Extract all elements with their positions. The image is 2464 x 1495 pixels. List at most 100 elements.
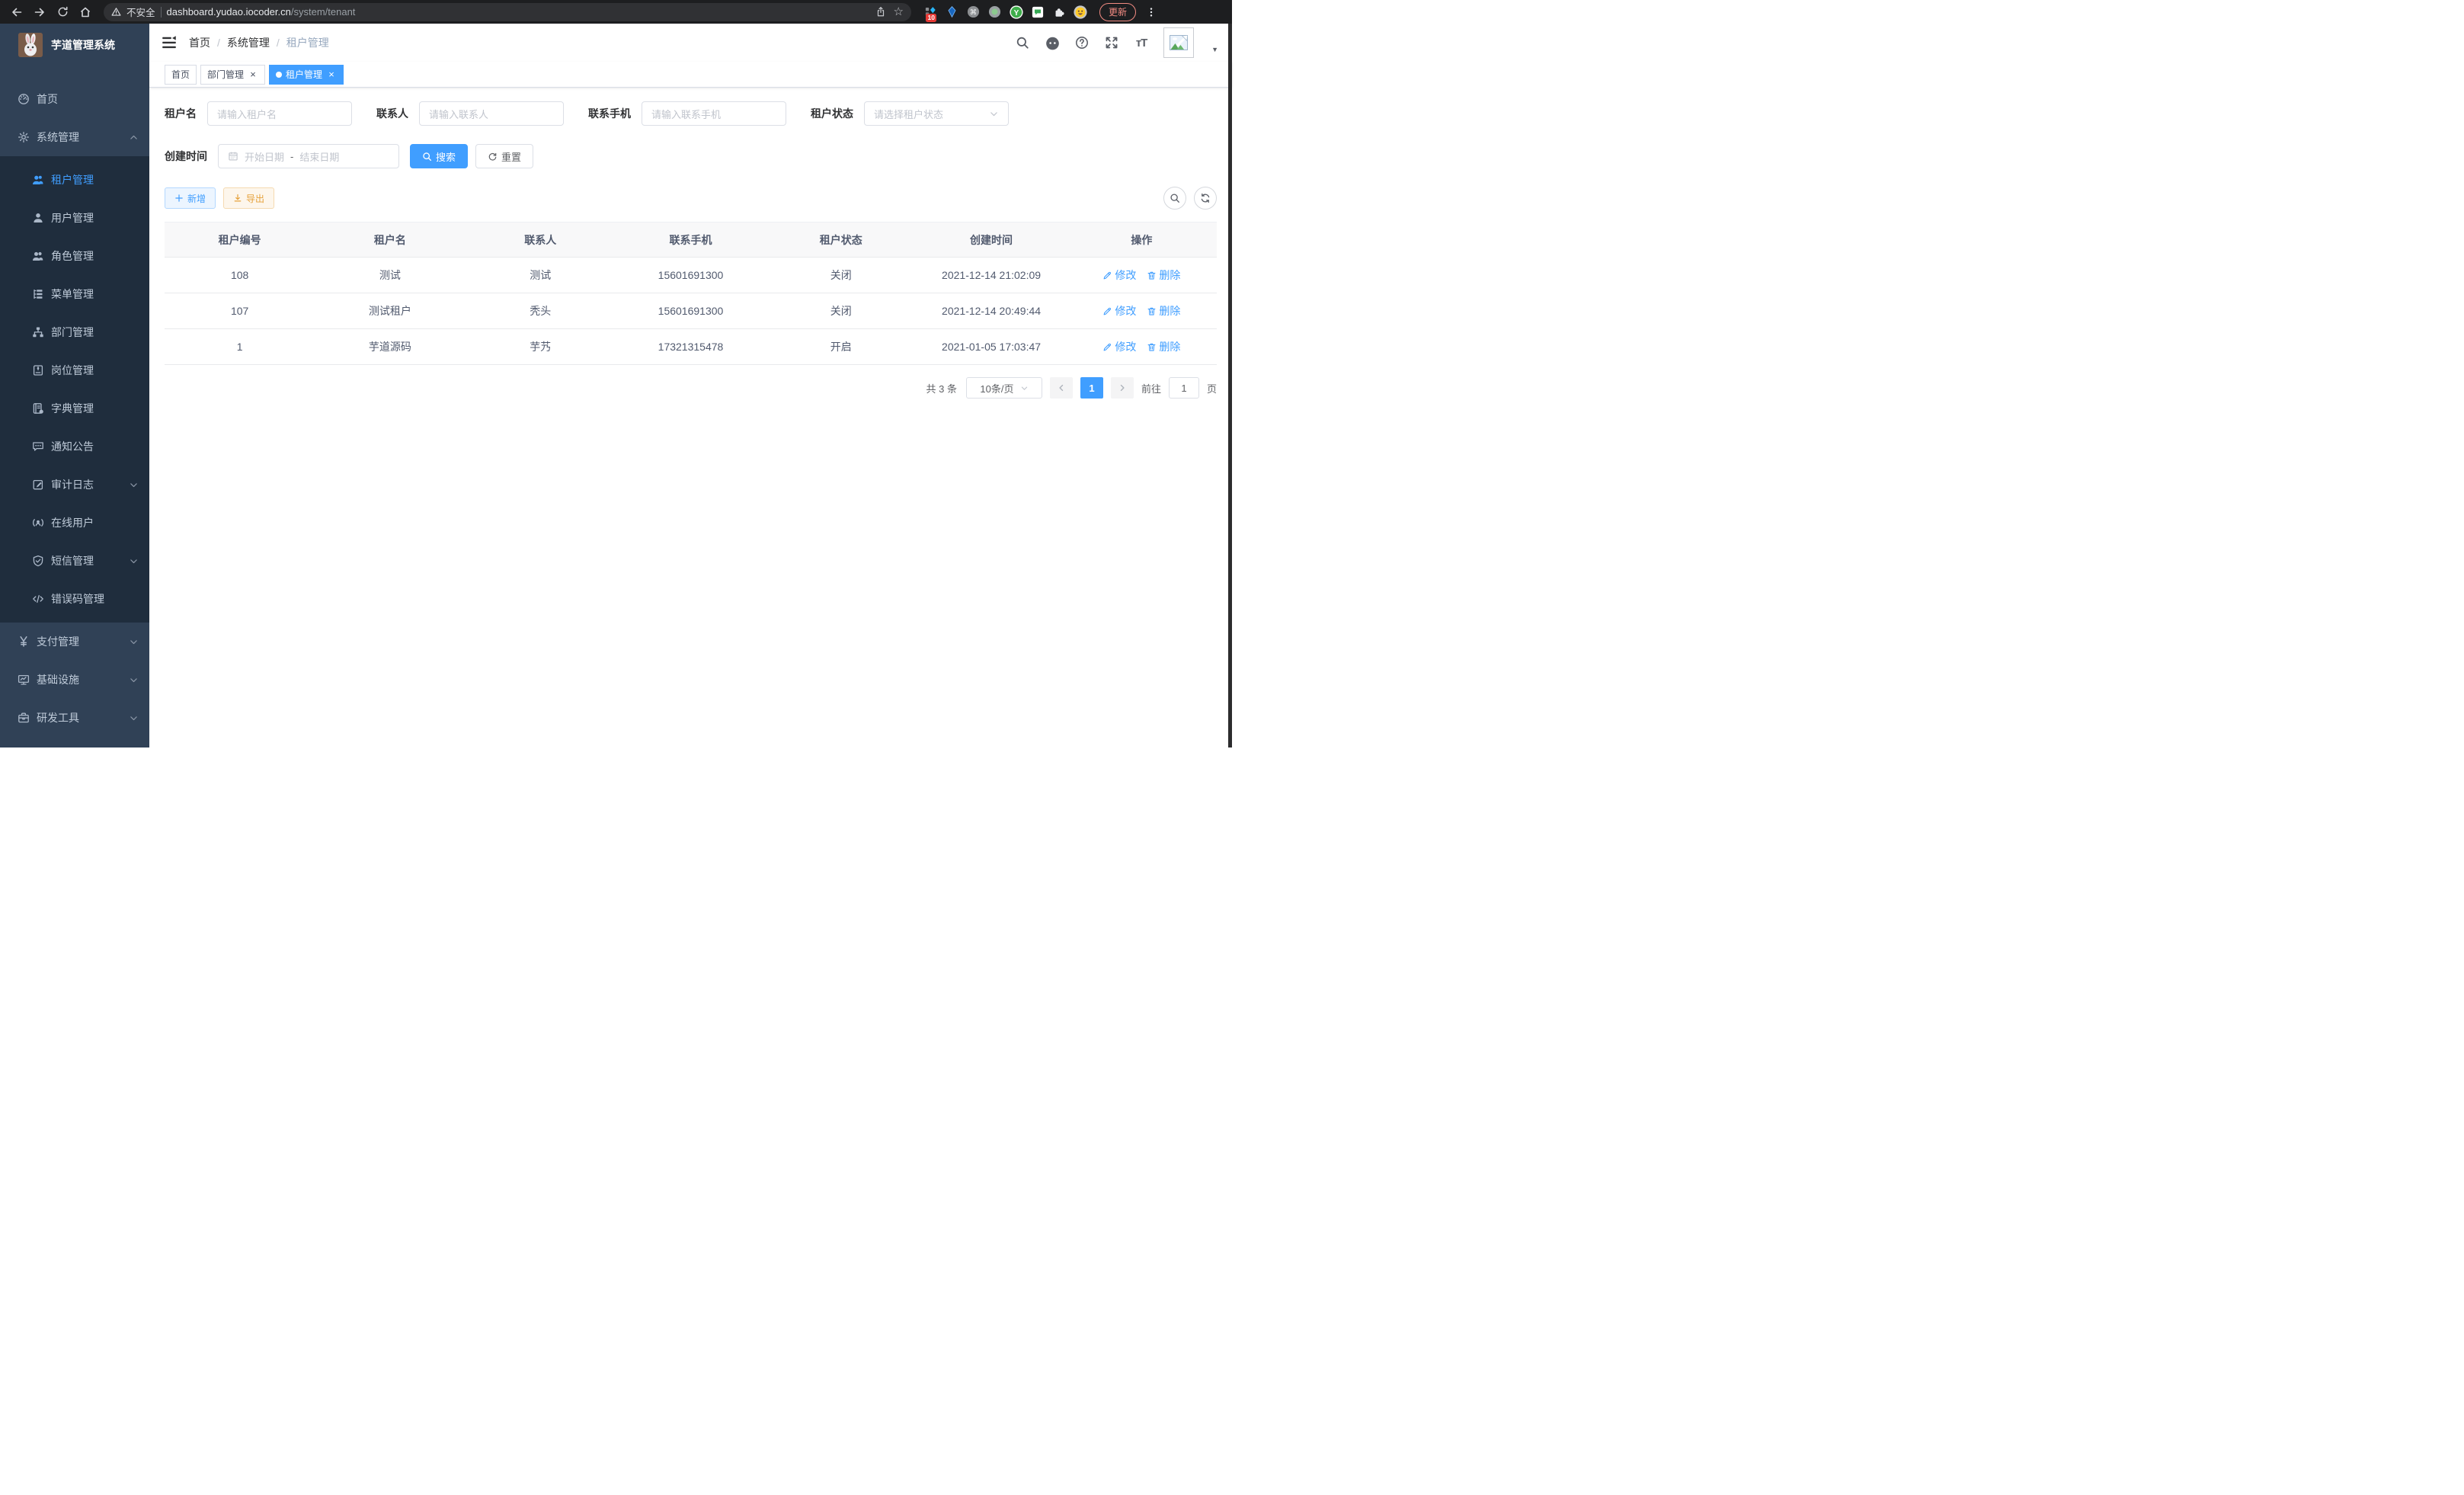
sidebar-item-post[interactable]: 岗位管理: [0, 351, 149, 389]
edit-link[interactable]: 修改: [1102, 303, 1136, 319]
sidebar-item-infra[interactable]: 基础设施: [0, 661, 149, 699]
chevron-down-icon: [129, 556, 139, 566]
delete-link[interactable]: 删除: [1147, 303, 1180, 319]
tab-close-icon[interactable]: ×: [248, 69, 258, 80]
sidebar-item-sms[interactable]: 短信管理: [0, 542, 149, 580]
sidebar-item-system[interactable]: 系统管理: [0, 118, 149, 156]
extension-emoji-icon[interactable]: [1073, 5, 1087, 19]
goto-page-input[interactable]: 1: [1169, 377, 1199, 399]
delete-link[interactable]: 删除: [1147, 267, 1180, 283]
breadcrumb-item-1[interactable]: 系统管理: [227, 35, 270, 50]
bookmark-star-icon[interactable]: ☆: [894, 6, 904, 18]
security-label: 不安全: [126, 5, 155, 19]
contact-mobile-input[interactable]: 请输入联系手机: [642, 101, 786, 126]
online-user-icon: [32, 517, 44, 529]
sidebar-item-dict[interactable]: 字典管理: [0, 389, 149, 427]
edit-link[interactable]: 修改: [1102, 339, 1136, 354]
menu-tree-icon: [32, 288, 44, 300]
toggle-search-button[interactable]: [1163, 187, 1186, 210]
system-submenu: 租户管理用户管理角色管理菜单管理部门管理岗位管理字典管理通知公告审计日志在线用户…: [0, 156, 149, 623]
extension-y-green-icon[interactable]: Y: [1009, 5, 1023, 19]
sidebar-item-dept[interactable]: 部门管理: [0, 313, 149, 351]
avatar[interactable]: [1163, 27, 1194, 58]
table-row: 108测试测试15601691300关闭2021-12-14 21:02:09修…: [165, 258, 1217, 293]
extension-grid-diamond-icon[interactable]: 10: [923, 5, 938, 19]
placeholder-text: 请输入租户名: [217, 107, 342, 121]
calendar-icon: [228, 151, 238, 162]
tab-close-icon[interactable]: ×: [326, 69, 337, 80]
browser-home-icon[interactable]: [76, 3, 94, 21]
page-size-select[interactable]: 10条/页: [966, 377, 1042, 399]
tenant-status-select[interactable]: 请选择租户状态: [864, 101, 1009, 126]
breadcrumb-item-0[interactable]: 首页: [189, 35, 210, 50]
sidebar-item-errcode[interactable]: 错误码管理: [0, 580, 149, 618]
sidebar-item-online[interactable]: 在线用户: [0, 504, 149, 542]
font-size-icon[interactable]: тT: [1134, 35, 1149, 50]
tenant-name-input[interactable]: 请输入租户名: [207, 101, 352, 126]
sidebar-item-devtool[interactable]: 研发工具: [0, 699, 149, 737]
tab-dept[interactable]: 部门管理×: [200, 65, 265, 85]
next-page-button[interactable]: [1111, 377, 1134, 399]
cell-created: 2021-12-14 21:02:09: [916, 258, 1066, 293]
tab-home[interactable]: 首页: [165, 65, 197, 85]
extension-kite-icon[interactable]: [945, 5, 959, 19]
cell-status: 关闭: [766, 293, 916, 329]
add-button[interactable]: 新增: [165, 187, 216, 209]
sidebar-item-pay[interactable]: 支付管理: [0, 623, 149, 661]
security-warning-icon[interactable]: [111, 7, 121, 17]
address-bar[interactable]: 不安全 dashboard.yudao.iocoder.cn/system/te…: [104, 3, 911, 21]
delete-link[interactable]: 删除: [1147, 339, 1180, 354]
sidebar-item-label: 首页: [37, 91, 139, 107]
goto-label: 前往: [1141, 381, 1161, 395]
page-number-1[interactable]: 1: [1080, 377, 1103, 399]
browser-menu-kebab-icon[interactable]: [1142, 3, 1160, 21]
sidebar-item-menu[interactable]: 菜单管理: [0, 275, 149, 313]
sidebar-item-label: 支付管理: [37, 634, 129, 649]
contact-person-input[interactable]: 请输入联系人: [419, 101, 564, 126]
date-separator: -: [290, 151, 293, 162]
sidebar-item-tenant[interactable]: 租户管理: [0, 161, 149, 199]
sidebar-item-user[interactable]: 用户管理: [0, 199, 149, 237]
extension-chat-icon[interactable]: [1030, 5, 1045, 19]
search-button[interactable]: 搜索: [410, 144, 468, 168]
prev-page-button[interactable]: [1050, 377, 1073, 399]
browser-back-icon[interactable]: [8, 3, 26, 21]
navbar: 首页/系统管理/租户管理 тT ▼: [149, 24, 1232, 62]
column-header-3: 联系手机: [616, 222, 766, 258]
github-icon[interactable]: [1045, 35, 1060, 50]
filter-item-contact-person: 联系人请输入联系人: [376, 101, 564, 126]
sidebar-item-label: 岗位管理: [51, 363, 139, 378]
avatar-dropdown-caret-icon[interactable]: ▼: [1211, 46, 1218, 53]
extension-command-icon[interactable]: ⌘: [966, 5, 981, 19]
sidebar-item-role[interactable]: 角色管理: [0, 237, 149, 275]
filter-item-tenant-name: 租户名请输入租户名: [165, 101, 352, 126]
export-button[interactable]: 导出: [223, 187, 274, 209]
sidebar-collapse-icon[interactable]: [162, 35, 177, 50]
share-icon[interactable]: [875, 6, 886, 18]
sidebar-item-label: 部门管理: [51, 325, 139, 340]
sidebar-item-home[interactable]: 首页: [0, 80, 149, 118]
edit-link[interactable]: 修改: [1102, 267, 1136, 283]
browser-forward-icon[interactable]: [30, 3, 49, 21]
svg-text:⌘: ⌘: [970, 8, 977, 17]
create-time-label: 创建时间: [165, 149, 207, 164]
reset-button[interactable]: 重置: [475, 144, 533, 168]
header-search-icon[interactable]: [1015, 35, 1030, 50]
refresh-table-button[interactable]: [1194, 187, 1217, 210]
sidebar-item-audit[interactable]: 审计日志: [0, 466, 149, 504]
browser-reload-icon[interactable]: [53, 3, 72, 21]
sms-shield-icon: [32, 555, 44, 567]
create-time-range-picker[interactable]: 开始日期 - 结束日期: [218, 144, 399, 168]
sidebar-item-notice[interactable]: 通知公告: [0, 427, 149, 466]
fullscreen-icon[interactable]: [1104, 35, 1119, 50]
tab-tenant[interactable]: 租户管理×: [269, 65, 344, 85]
extension-puzzle-icon[interactable]: [1051, 5, 1066, 19]
sidebar-item-label: 角色管理: [51, 248, 139, 264]
sidebar: 芋道管理系统 首页系统管理租户管理用户管理角色管理菜单管理部门管理岗位管理字典管…: [0, 24, 149, 748]
help-icon[interactable]: [1074, 35, 1090, 50]
sidebar-item-label: 短信管理: [51, 553, 129, 568]
app-logo-row[interactable]: 芋道管理系统: [0, 24, 149, 66]
extension-green-dot-icon[interactable]: [987, 5, 1002, 19]
browser-update-button[interactable]: 更新: [1099, 3, 1136, 21]
breadcrumb-separator: /: [277, 37, 280, 49]
